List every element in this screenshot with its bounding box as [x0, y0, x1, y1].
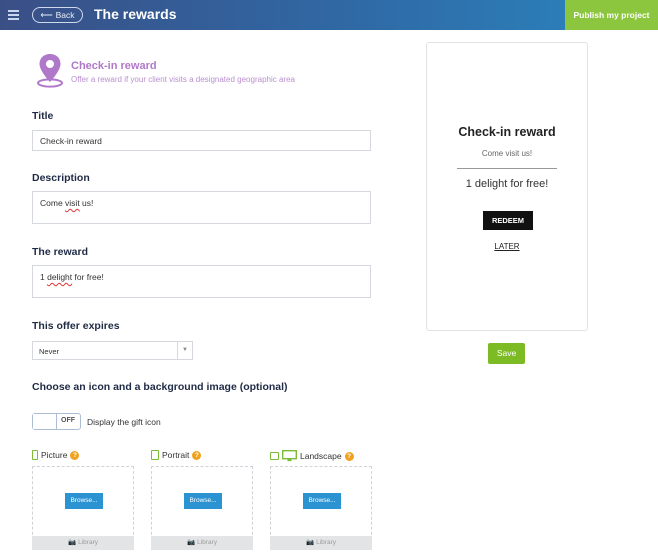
reward-text-part: for free!	[72, 272, 104, 282]
landscape-label: Landscape	[300, 451, 342, 461]
later-link[interactable]: LATER	[427, 242, 587, 251]
picture-label: Picture	[41, 450, 68, 460]
back-button-label: Back	[55, 10, 75, 20]
landscape-library-button[interactable]: 📷 Library	[270, 536, 372, 550]
section-subtitle: Offer a reward if your client visits a d…	[71, 75, 295, 84]
library-label: Library	[197, 539, 217, 546]
top-bar: ⟵ Back The rewards Publish my project	[0, 0, 658, 30]
gift-icon-toggle[interactable]: OFF	[32, 413, 81, 430]
toggle-state: OFF	[61, 417, 75, 424]
picture-library-button[interactable]: 📷 Library	[32, 536, 134, 550]
title-input[interactable]: Check-in reward	[32, 130, 371, 151]
preview-reward: 1 delight for free!	[465, 178, 549, 190]
arrow-left-icon: ⟵	[40, 10, 53, 20]
landscape-browse-button[interactable]: Browse...	[303, 493, 341, 509]
reward-text-misspelled: delight	[47, 272, 73, 282]
library-label: Library	[78, 539, 98, 546]
picture-browse-button[interactable]: Browse...	[65, 493, 103, 509]
description-text-part: Come	[40, 198, 66, 208]
description-text-part: us!	[79, 198, 94, 208]
description-text-misspelled: visit	[65, 198, 80, 208]
reward-label: The reward	[32, 246, 89, 258]
portrait-dropzone[interactable]: Browse... 📷 Library	[151, 466, 253, 550]
expires-selected-value: Never	[39, 347, 60, 356]
picture-dropzone[interactable]: Browse... 📷 Library	[32, 466, 134, 550]
images-label: Choose an icon and a background image (o…	[32, 381, 288, 393]
help-icon[interactable]: ?	[192, 450, 202, 460]
preview-divider	[457, 168, 557, 169]
landscape-header: Landscape ?	[270, 450, 354, 462]
description-textarea[interactable]: Come visit us!	[32, 191, 371, 224]
publish-project-button[interactable]: Publish my project	[565, 0, 658, 30]
toggle-knob	[33, 414, 57, 429]
expires-label: This offer expires	[32, 320, 120, 332]
preview-subtitle: Come visit us!	[481, 149, 533, 158]
reward-textarea[interactable]: 1 delight for free!	[32, 265, 371, 298]
picture-header: Picture ?	[32, 450, 80, 460]
chevron-down-icon: ▼	[177, 342, 192, 359]
hamburger-menu-icon[interactable]	[8, 10, 19, 20]
camera-icon: 📷	[68, 539, 77, 546]
portrait-label: Portrait	[162, 450, 190, 460]
landscape-dropzone[interactable]: Browse... 📷 Library	[270, 466, 372, 550]
expires-select[interactable]: Never ▼	[32, 341, 193, 360]
portrait-browse-button[interactable]: Browse...	[184, 493, 222, 509]
portrait-header: Portrait ?	[151, 450, 202, 460]
page-title: The rewards	[94, 6, 177, 22]
preview-title: Check-in reward	[458, 125, 556, 139]
portrait-icon	[151, 450, 159, 460]
back-button[interactable]: ⟵ Back	[32, 7, 83, 23]
toggle-label: Display the gift icon	[87, 417, 161, 427]
monitor-icon	[282, 450, 297, 462]
save-button[interactable]: Save	[488, 343, 525, 364]
reward-preview: Check-in reward Come visit us! 1 delight…	[426, 42, 588, 331]
camera-icon: 📷	[306, 539, 315, 546]
map-pin-icon	[37, 54, 63, 88]
help-icon[interactable]: ?	[344, 451, 354, 461]
description-label: Description	[32, 172, 90, 184]
tablet-landscape-icon	[270, 452, 279, 460]
help-icon[interactable]: ?	[70, 450, 80, 460]
library-label: Library	[316, 539, 336, 546]
portrait-library-button[interactable]: 📷 Library	[151, 536, 253, 550]
camera-icon: 📷	[187, 539, 196, 546]
redeem-button[interactable]: REDEEM	[483, 211, 533, 230]
section-title: Check-in reward	[71, 60, 157, 72]
title-label: Title	[32, 110, 54, 122]
picture-icon	[32, 450, 38, 460]
